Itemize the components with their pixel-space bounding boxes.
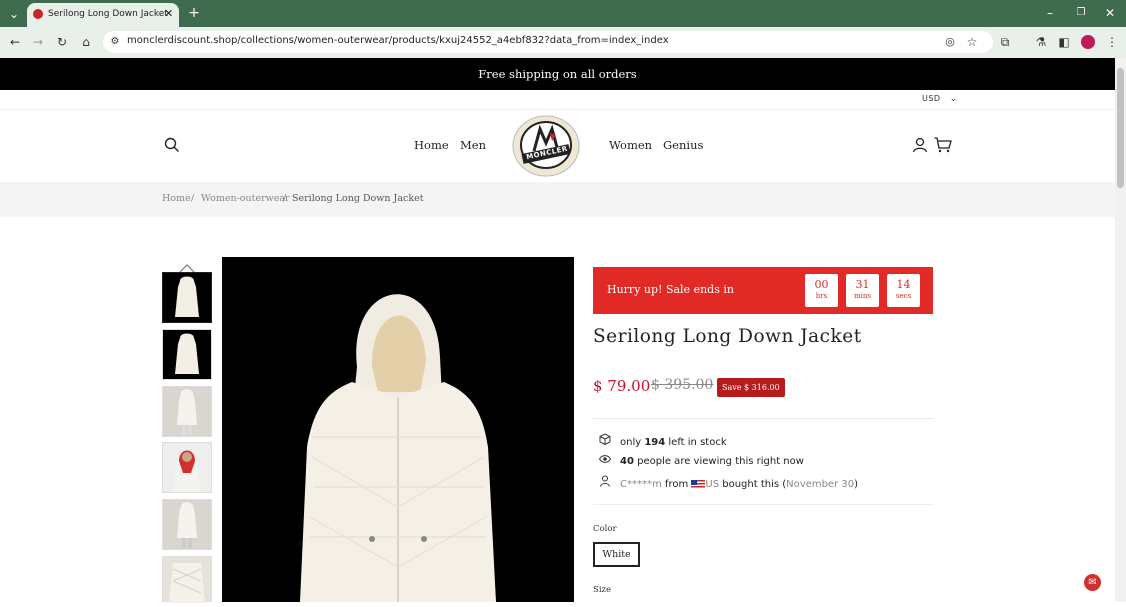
moncler-logo[interactable]: MONCLER: [512, 115, 580, 177]
announcement-bar: Free shipping on all orders: [0, 58, 1115, 90]
close-paren: ): [854, 479, 859, 490]
new-tab-plus-icon[interactable]: +: [186, 5, 202, 21]
nav-men[interactable]: Men: [460, 138, 486, 152]
countdown-seconds: 14 secs: [887, 274, 920, 307]
tab-list-chevron-icon[interactable]: ⌄: [6, 6, 22, 22]
labs-icon[interactable]: ⚗: [1033, 34, 1049, 50]
countdown-minutes: 31 mins: [846, 274, 879, 307]
forward-icon[interactable]: →: [30, 34, 46, 50]
countdown-seconds-value: 14: [896, 278, 911, 291]
purchase-date: November 30: [786, 479, 855, 490]
compare-at-price: $ 395.00: [651, 377, 714, 393]
color-label: Color: [593, 524, 617, 534]
extensions-icon[interactable]: ⧉: [997, 34, 1013, 50]
thumbnail-3[interactable]: [162, 386, 212, 437]
countdown-seconds-label: secs: [895, 292, 912, 300]
sale-countdown-text: Hurry up! Sale ends in: [607, 283, 734, 296]
nav-genius[interactable]: Genius: [663, 138, 703, 152]
back-icon[interactable]: ←: [7, 34, 23, 50]
save-badge: Save $ 316.00: [717, 378, 785, 397]
breadcrumb-separator: /: [283, 193, 287, 204]
thumbnail-1[interactable]: [162, 272, 212, 323]
stock-count: 194: [644, 437, 666, 448]
url-text[interactable]: monclerdiscount.shop/collections/women-o…: [127, 35, 669, 46]
home-icon[interactable]: ⌂: [78, 34, 94, 50]
countdown-hours-label: hrs: [815, 292, 828, 300]
restore-icon[interactable]: ❐: [1073, 5, 1089, 21]
tab-title: Serilong Long Down Jacket: [48, 9, 168, 19]
us-flag-icon: [691, 479, 706, 489]
close-window-icon[interactable]: ✕: [1102, 5, 1118, 21]
breadcrumb-home[interactable]: Home: [162, 193, 191, 204]
profile-avatar[interactable]: [1081, 35, 1095, 49]
info-divider: [593, 504, 934, 505]
person-icon: [598, 475, 612, 492]
browser-tab[interactable]: Serilong Long Down Jacket ✕: [27, 3, 179, 27]
currency-value: USD: [922, 94, 941, 103]
tab-favicon-icon: [33, 9, 43, 19]
sale-price: $ 79.00: [593, 377, 651, 395]
countdown-hours: 00 hrs: [805, 274, 838, 307]
product-main-image[interactable]: [222, 257, 574, 602]
recent-purchase-info: C*****m from US bought this (November 30…: [598, 475, 859, 492]
thumbnail-4[interactable]: [162, 442, 212, 493]
thumbnails-up-arrow-icon[interactable]: [179, 258, 195, 273]
search-icon[interactable]: [164, 137, 180, 153]
buyer-name: C*****m: [620, 479, 662, 490]
menu-kebab-icon[interactable]: ⋮: [1104, 34, 1120, 50]
color-option-white[interactable]: White: [593, 542, 640, 567]
chevron-down-icon: ⌄: [949, 94, 958, 104]
stock-post: left in stock: [668, 437, 727, 448]
account-icon[interactable]: [912, 137, 928, 153]
scrollbar-thumb[interactable]: [1117, 68, 1124, 188]
buyer-country: US: [705, 479, 720, 490]
size-label: Size: [593, 585, 612, 595]
cart-icon[interactable]: [934, 137, 952, 153]
thumbnail-5[interactable]: [162, 499, 212, 550]
omnibox[interactable]: ⚙ monclerdiscount.shop/collections/women…: [103, 31, 993, 53]
viewers-info: 40 people are viewing this right now: [598, 454, 804, 468]
countdown-hours-value: 00: [814, 278, 829, 291]
sale-countdown-banner: Hurry up! Sale ends in 00 hrs 31 mins 14…: [593, 267, 933, 314]
eye-off-icon[interactable]: ◎: [943, 34, 957, 50]
breadcrumb-current: Serilong Long Down Jacket: [292, 193, 424, 204]
price-divider: [593, 418, 934, 419]
viewers-text: people are viewing this right now: [637, 456, 804, 467]
countdown-minutes-value: 31: [855, 278, 870, 291]
tab-close-icon[interactable]: ✕: [164, 7, 173, 20]
eye-icon: [598, 454, 612, 469]
breadcrumb-separator: /: [191, 193, 195, 204]
breadcrumb-category[interactable]: Women-outerwear: [201, 193, 290, 204]
site-info-icon[interactable]: ⚙: [108, 34, 122, 50]
thumbnail-2[interactable]: [162, 329, 212, 380]
box-icon: [598, 433, 612, 450]
stock-info: only 194 left in stock: [598, 433, 727, 450]
bookmark-star-icon[interactable]: ☆: [965, 34, 979, 50]
nav-women[interactable]: Women: [609, 138, 652, 152]
countdown-minutes-label: mins: [854, 292, 871, 300]
viewers-count: 40: [620, 456, 634, 467]
bought-text: bought this (: [722, 479, 787, 490]
nav-home[interactable]: Home: [414, 138, 449, 152]
chat-widget-icon[interactable]: ✉: [1084, 574, 1101, 591]
side-panel-icon[interactable]: ◧: [1056, 34, 1072, 50]
thumbnail-6[interactable]: [162, 556, 212, 603]
reload-icon[interactable]: ↻: [54, 34, 70, 50]
minimize-icon[interactable]: –: [1042, 5, 1058, 21]
header-divider: [0, 109, 1115, 110]
stock-pre: only: [620, 437, 642, 448]
product-title: Serilong Long Down Jacket: [593, 326, 862, 347]
buyer-from: from: [664, 479, 689, 490]
currency-selector[interactable]: USD ⌄: [922, 94, 958, 104]
